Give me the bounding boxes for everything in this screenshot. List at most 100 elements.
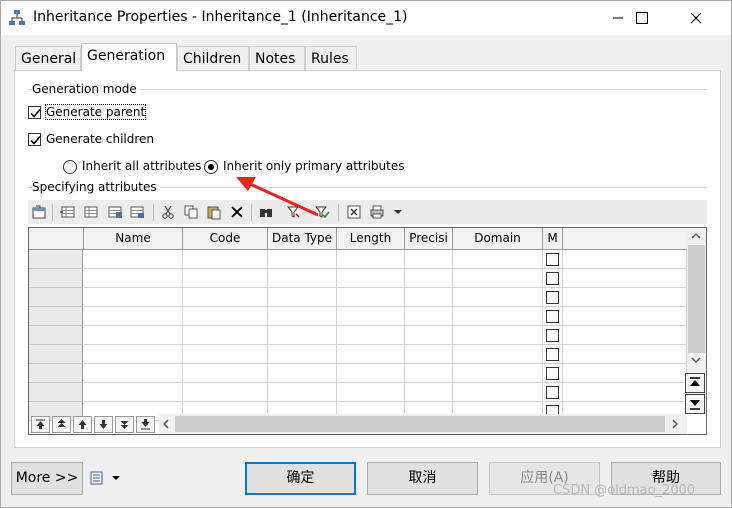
tab-children[interactable]: Children: [177, 46, 249, 70]
grid-cell[interactable]: [84, 250, 183, 269]
reuse-attributes-icon[interactable]: [129, 204, 145, 220]
mandatory-checkbox[interactable]: [546, 272, 559, 285]
grid-cell[interactable]: [84, 345, 183, 364]
grid-cell[interactable]: [84, 326, 183, 345]
grid-cell[interactable]: [405, 250, 453, 269]
move-column-down-button[interactable]: [685, 394, 705, 414]
move-down-button[interactable]: [94, 416, 113, 433]
inherit-all-radio[interactable]: [63, 160, 77, 174]
scroll-up-icon[interactable]: [691, 232, 701, 240]
grid-cell[interactable]: [405, 307, 453, 326]
generate-children-label[interactable]: Generate children: [46, 132, 154, 146]
tab-general[interactable]: General: [15, 46, 81, 70]
grid-cell[interactable]: [453, 307, 543, 326]
move-page-up-button[interactable]: [52, 416, 71, 433]
inherit-primary-radio[interactable]: [204, 160, 218, 174]
grid-cell[interactable]: [84, 307, 183, 326]
generate-parent-label[interactable]: Generate parent: [44, 104, 147, 120]
grid-cell[interactable]: [543, 307, 563, 326]
grid-cell[interactable]: [543, 326, 563, 345]
grid-cell[interactable]: [183, 383, 268, 402]
row-header[interactable]: [29, 326, 83, 345]
grid-cell[interactable]: [268, 288, 337, 307]
grid-cell[interactable]: [543, 250, 563, 269]
grid-cell[interactable]: [405, 383, 453, 402]
column-header-precision[interactable]: Precisi: [405, 228, 453, 250]
grid-cell[interactable]: [268, 250, 337, 269]
grid-cell[interactable]: [337, 326, 405, 345]
grid-cell[interactable]: [405, 326, 453, 345]
grid-cell[interactable]: [183, 345, 268, 364]
vertical-scroll-thumb[interactable]: [688, 245, 705, 353]
grid-cell[interactable]: [337, 345, 405, 364]
move-up-button[interactable]: [73, 416, 92, 433]
mandatory-checkbox[interactable]: [546, 367, 559, 380]
grid-cell[interactable]: [337, 307, 405, 326]
column-header-data-type[interactable]: Data Type: [268, 228, 337, 250]
generate-parent-checkbox[interactable]: [28, 106, 41, 119]
add-attributes-icon[interactable]: [107, 204, 123, 220]
row-header[interactable]: [29, 364, 83, 383]
mandatory-checkbox[interactable]: [546, 348, 559, 361]
move-page-down-button[interactable]: [115, 416, 134, 433]
column-header-code[interactable]: Code: [183, 228, 268, 250]
move-column-up-button[interactable]: [685, 373, 705, 393]
cancel-button[interactable]: 取消: [367, 462, 478, 495]
grid-cell[interactable]: [337, 288, 405, 307]
row-header[interactable]: [29, 288, 83, 307]
grid-cell[interactable]: [453, 250, 543, 269]
grid-cell[interactable]: [453, 288, 543, 307]
generate-children-checkbox[interactable]: [28, 133, 41, 146]
scroll-down-icon[interactable]: [691, 356, 701, 364]
row-header[interactable]: [29, 307, 83, 326]
grid-cell[interactable]: [405, 288, 453, 307]
grid-cell[interactable]: [543, 345, 563, 364]
export-excel-icon[interactable]: [346, 204, 362, 220]
grid-cell[interactable]: [268, 383, 337, 402]
grid-cell[interactable]: [183, 269, 268, 288]
move-to-top-button[interactable]: [31, 416, 50, 433]
paste-icon[interactable]: [206, 204, 222, 220]
properties-icon[interactable]: [31, 204, 47, 220]
row-header[interactable]: [29, 250, 83, 269]
close-button[interactable]: [673, 1, 719, 35]
grid-cell[interactable]: [453, 269, 543, 288]
grid-cell[interactable]: [268, 269, 337, 288]
grid-cell[interactable]: [337, 269, 405, 288]
grid-cell[interactable]: [337, 250, 405, 269]
grid-cell[interactable]: [268, 307, 337, 326]
grid-cell[interactable]: [337, 364, 405, 383]
grid-cell[interactable]: [183, 307, 268, 326]
mandatory-checkbox[interactable]: [546, 291, 559, 304]
row-header[interactable]: [29, 269, 83, 288]
mandatory-checkbox[interactable]: [546, 310, 559, 323]
print-icon[interactable]: [369, 204, 385, 220]
mandatory-checkbox[interactable]: [546, 386, 559, 399]
grid-cell[interactable]: [543, 269, 563, 288]
tab-generation[interactable]: Generation: [81, 43, 177, 71]
cut-icon[interactable]: [160, 204, 176, 220]
insert-row-icon[interactable]: [83, 204, 99, 220]
tab-notes[interactable]: Notes: [249, 46, 305, 70]
add-row-icon[interactable]: [59, 204, 75, 220]
grid-cell[interactable]: [183, 250, 268, 269]
grid-cell[interactable]: [268, 364, 337, 383]
dropdown-icon[interactable]: [390, 204, 406, 220]
grid-cell[interactable]: [405, 364, 453, 383]
grid-cell[interactable]: [337, 383, 405, 402]
more-button[interactable]: More >>: [11, 462, 83, 495]
grid-cell[interactable]: [405, 269, 453, 288]
grid-cell[interactable]: [84, 364, 183, 383]
scroll-right-icon[interactable]: [671, 419, 679, 429]
grid-cell[interactable]: [453, 326, 543, 345]
grid-cell[interactable]: [183, 288, 268, 307]
grid-cell[interactable]: [543, 383, 563, 402]
grid-cell[interactable]: [268, 326, 337, 345]
column-header-mandatory[interactable]: M: [543, 228, 563, 250]
mandatory-checkbox[interactable]: [546, 253, 559, 266]
tab-rules[interactable]: Rules: [305, 46, 357, 70]
grid-cell[interactable]: [453, 364, 543, 383]
grid-cell[interactable]: [405, 345, 453, 364]
mandatory-checkbox[interactable]: [546, 329, 559, 342]
ok-button[interactable]: 确定: [245, 462, 356, 495]
